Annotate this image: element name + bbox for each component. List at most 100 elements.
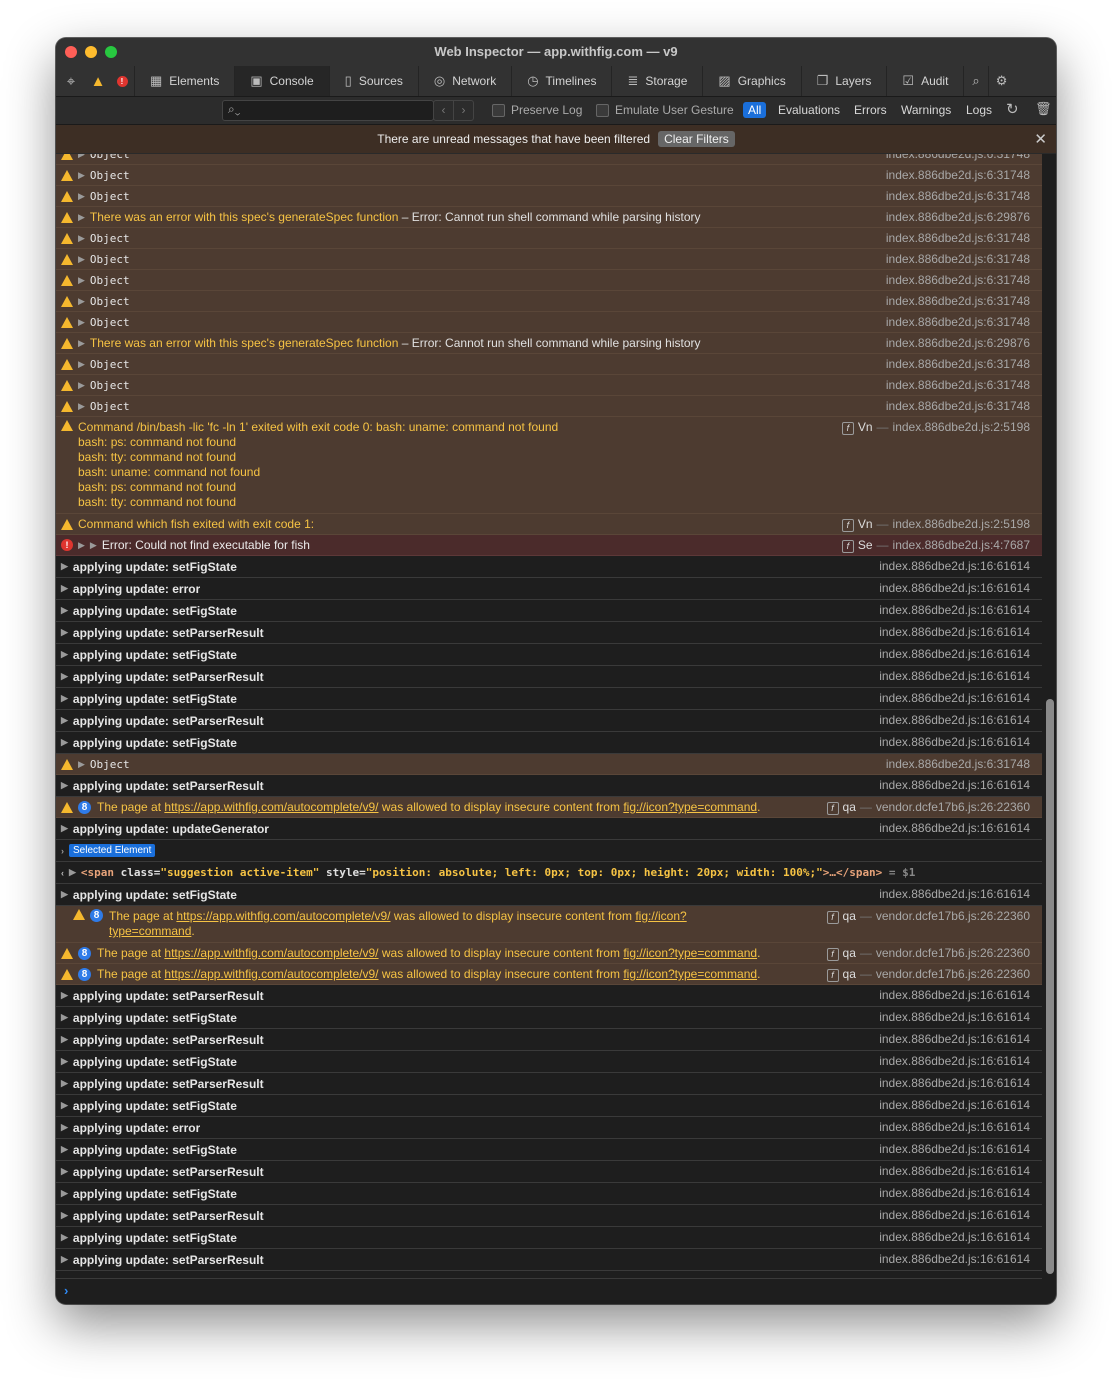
- disclosure-triangle-icon[interactable]: ▶: [90, 540, 97, 551]
- tab-graphics[interactable]: ▨ Graphics: [702, 66, 800, 96]
- page-url-link[interactable]: https://app.withfig.com/autocomplete/v9/: [164, 800, 378, 814]
- object-preview[interactable]: Object: [90, 190, 130, 203]
- source-link[interactable]: index.886dbe2d.js:6:31748: [886, 357, 1030, 371]
- level-errors[interactable]: Errors: [849, 102, 892, 118]
- source-link[interactable]: index.886dbe2d.js:6:31748: [886, 252, 1030, 266]
- disclosure-triangle-icon[interactable]: ▶: [61, 671, 68, 682]
- disclosure-triangle-icon[interactable]: ▶: [78, 154, 85, 160]
- disclosure-triangle-icon[interactable]: ▶: [69, 867, 76, 878]
- object-preview[interactable]: Object: [90, 154, 130, 161]
- trash-icon[interactable]: 🗑: [1035, 101, 1052, 117]
- page-url-link[interactable]: https://app.withfig.com/autocomplete/v9/: [176, 909, 390, 923]
- disclosure-triangle-icon[interactable]: ▶: [78, 540, 85, 551]
- object-preview[interactable]: Object: [90, 295, 130, 308]
- disclosure-triangle-icon[interactable]: ▶: [61, 583, 68, 594]
- disclosure-triangle-icon[interactable]: ▶: [78, 254, 85, 265]
- source-link[interactable]: index.886dbe2d.js:16:61614: [879, 625, 1030, 639]
- source-link[interactable]: index.886dbe2d.js:6:31748: [886, 399, 1030, 413]
- tab-elements[interactable]: ▦ Elements: [134, 66, 234, 96]
- source-link[interactable]: index.886dbe2d.js:6:31748: [886, 378, 1030, 392]
- source-link[interactable]: index.886dbe2d.js:6:31748: [886, 315, 1030, 329]
- page-url-link[interactable]: https://app.withfig.com/autocomplete/v9/: [164, 967, 378, 981]
- disclosure-triangle-icon[interactable]: ▶: [61, 1232, 68, 1243]
- source-link[interactable]: index.886dbe2d.js:16:61614: [879, 778, 1030, 792]
- log-row[interactable]: ▶ applying update: setParserResult index.8…: [56, 1205, 1042, 1227]
- source-link[interactable]: index.886dbe2d.js:16:61614: [879, 559, 1030, 573]
- insecure-source-link[interactable]: fig://icon?type=command: [623, 946, 757, 960]
- element-picker-icon[interactable]: ⌖: [56, 66, 86, 96]
- disclosure-triangle-icon[interactable]: ▶: [61, 889, 68, 900]
- disclosure-triangle-icon[interactable]: ▶: [61, 823, 68, 834]
- source-link[interactable]: f Vn — index.886dbe2d.js:2:5198: [841, 420, 1030, 435]
- log-row[interactable]: ▶ applying update: setFigState index.886db…: [56, 688, 1042, 710]
- tab-storage[interactable]: ≣ Storage: [611, 66, 702, 96]
- log-row[interactable]: ▶ applying update: setFigState index.886db…: [56, 1095, 1042, 1117]
- source-link[interactable]: index.886dbe2d.js:16:61614: [879, 1054, 1030, 1068]
- close-icon[interactable]: ✕: [1034, 130, 1047, 148]
- source-link[interactable]: index.886dbe2d.js:6:29876: [886, 336, 1030, 350]
- element-preview[interactable]: <span class="suggestion active-item" sty…: [81, 866, 916, 879]
- warning-count-icon[interactable]: ▲: [86, 66, 110, 96]
- object-preview[interactable]: Object: [90, 758, 130, 771]
- log-row[interactable]: ▶ applying update: setParserResult index.8…: [56, 1029, 1042, 1051]
- object-preview[interactable]: Object: [90, 274, 130, 287]
- log-row[interactable]: ▶ applying update: setParserResult index.8…: [56, 666, 1042, 688]
- object-preview[interactable]: Object: [90, 232, 130, 245]
- source-link[interactable]: index.886dbe2d.js:16:61614: [879, 691, 1030, 705]
- tab-timelines[interactable]: ◷ Timelines: [511, 66, 611, 96]
- source-link[interactable]: index.886dbe2d.js:16:61614: [879, 1208, 1030, 1222]
- source-link[interactable]: index.886dbe2d.js:6:31748: [886, 189, 1030, 203]
- disclosure-triangle-icon[interactable]: ▶: [78, 170, 85, 181]
- source-link[interactable]: index.886dbe2d.js:16:61614: [879, 735, 1030, 749]
- disclosure-triangle-icon[interactable]: ▶: [61, 780, 68, 791]
- warning-row[interactable]: 8 The page at https://app.withfig.com/aut…: [56, 964, 1042, 985]
- filter-field[interactable]: ⌕⌄: [222, 100, 434, 121]
- chevron-right-icon[interactable]: ›: [454, 101, 473, 120]
- disclosure-triangle-icon[interactable]: ▶: [78, 233, 85, 244]
- disclosure-triangle-icon[interactable]: ▶: [61, 1144, 68, 1155]
- disclosure-triangle-icon[interactable]: ▶: [78, 359, 85, 370]
- source-link[interactable]: index.886dbe2d.js:16:61614: [879, 1120, 1030, 1134]
- object-preview[interactable]: Object: [90, 400, 130, 413]
- warning-row[interactable]: 8 The page at https://app.withfig.com/aut…: [56, 943, 1042, 964]
- source-link[interactable]: index.886dbe2d.js:16:61614: [879, 1230, 1030, 1244]
- minimize-window-button[interactable]: [85, 46, 97, 58]
- disclosure-triangle-icon[interactable]: ▶: [78, 338, 85, 349]
- filter-input[interactable]: [245, 101, 415, 120]
- level-all[interactable]: All: [743, 102, 767, 118]
- warning-row[interactable]: ▶ There was an error with this spec's gen…: [56, 207, 1042, 228]
- warning-row[interactable]: ▶ Object index.886dbe2d.js:6:31748: [56, 154, 1042, 165]
- disclosure-triangle-icon[interactable]: ▶: [61, 605, 68, 616]
- source-link[interactable]: index.886dbe2d.js:16:61614: [879, 1032, 1030, 1046]
- source-link[interactable]: index.886dbe2d.js:16:61614: [879, 1010, 1030, 1024]
- reload-icon[interactable]: ↻: [1006, 100, 1019, 118]
- disclosure-triangle-icon[interactable]: ▶: [78, 191, 85, 202]
- warning-row[interactable]: 8 The page at https://app.withfig.com/aut…: [56, 906, 1042, 943]
- disclosure-triangle-icon[interactable]: ▶: [78, 380, 85, 391]
- source-link[interactable]: index.886dbe2d.js:16:61614: [879, 1098, 1030, 1112]
- log-row[interactable]: ▶ applying update: error index.886dbe2d.js…: [56, 1117, 1042, 1139]
- disclosure-triangle-icon[interactable]: ▶: [61, 1034, 68, 1045]
- chevron-right-icon[interactable]: ›: [61, 846, 64, 856]
- log-row[interactable]: ▶ applying update: setParserResult index.8…: [56, 710, 1042, 732]
- log-row[interactable]: ▶ applying update: setFigState index.886db…: [56, 644, 1042, 666]
- disclosure-triangle-icon[interactable]: ▶: [61, 715, 68, 726]
- tab-layers[interactable]: ❐ Layers: [800, 66, 887, 96]
- disclosure-triangle-icon[interactable]: ▶: [61, 1122, 68, 1133]
- disclosure-triangle-icon[interactable]: ▶: [61, 693, 68, 704]
- warning-row[interactable]: ▶ Object index.886dbe2d.js:6:31748: [56, 165, 1042, 186]
- warning-row[interactable]: ▶ Object index.886dbe2d.js:6:31748: [56, 270, 1042, 291]
- selected-element-row[interactable]: › Selected Element: [56, 840, 1042, 862]
- source-link[interactable]: index.886dbe2d.js:16:61614: [879, 988, 1030, 1002]
- source-link[interactable]: index.886dbe2d.js:16:61614: [879, 1076, 1030, 1090]
- tab-audit[interactable]: ☑ Audit: [886, 66, 963, 96]
- chevron-left-icon[interactable]: ‹: [434, 101, 454, 120]
- source-link[interactable]: index.886dbe2d.js:6:31748: [886, 757, 1030, 771]
- page-url-link[interactable]: https://app.withfig.com/autocomplete/v9/: [164, 946, 378, 960]
- disclosure-triangle-icon[interactable]: ▶: [61, 1100, 68, 1111]
- error-count-icon[interactable]: !: [110, 66, 134, 96]
- disclosure-triangle-icon[interactable]: ▶: [78, 296, 85, 307]
- disclosure-triangle-icon[interactable]: ▶: [61, 1188, 68, 1199]
- source-link[interactable]: index.886dbe2d.js:6:31748: [886, 273, 1030, 287]
- source-link[interactable]: f Vn — index.886dbe2d.js:2:5198: [841, 517, 1030, 532]
